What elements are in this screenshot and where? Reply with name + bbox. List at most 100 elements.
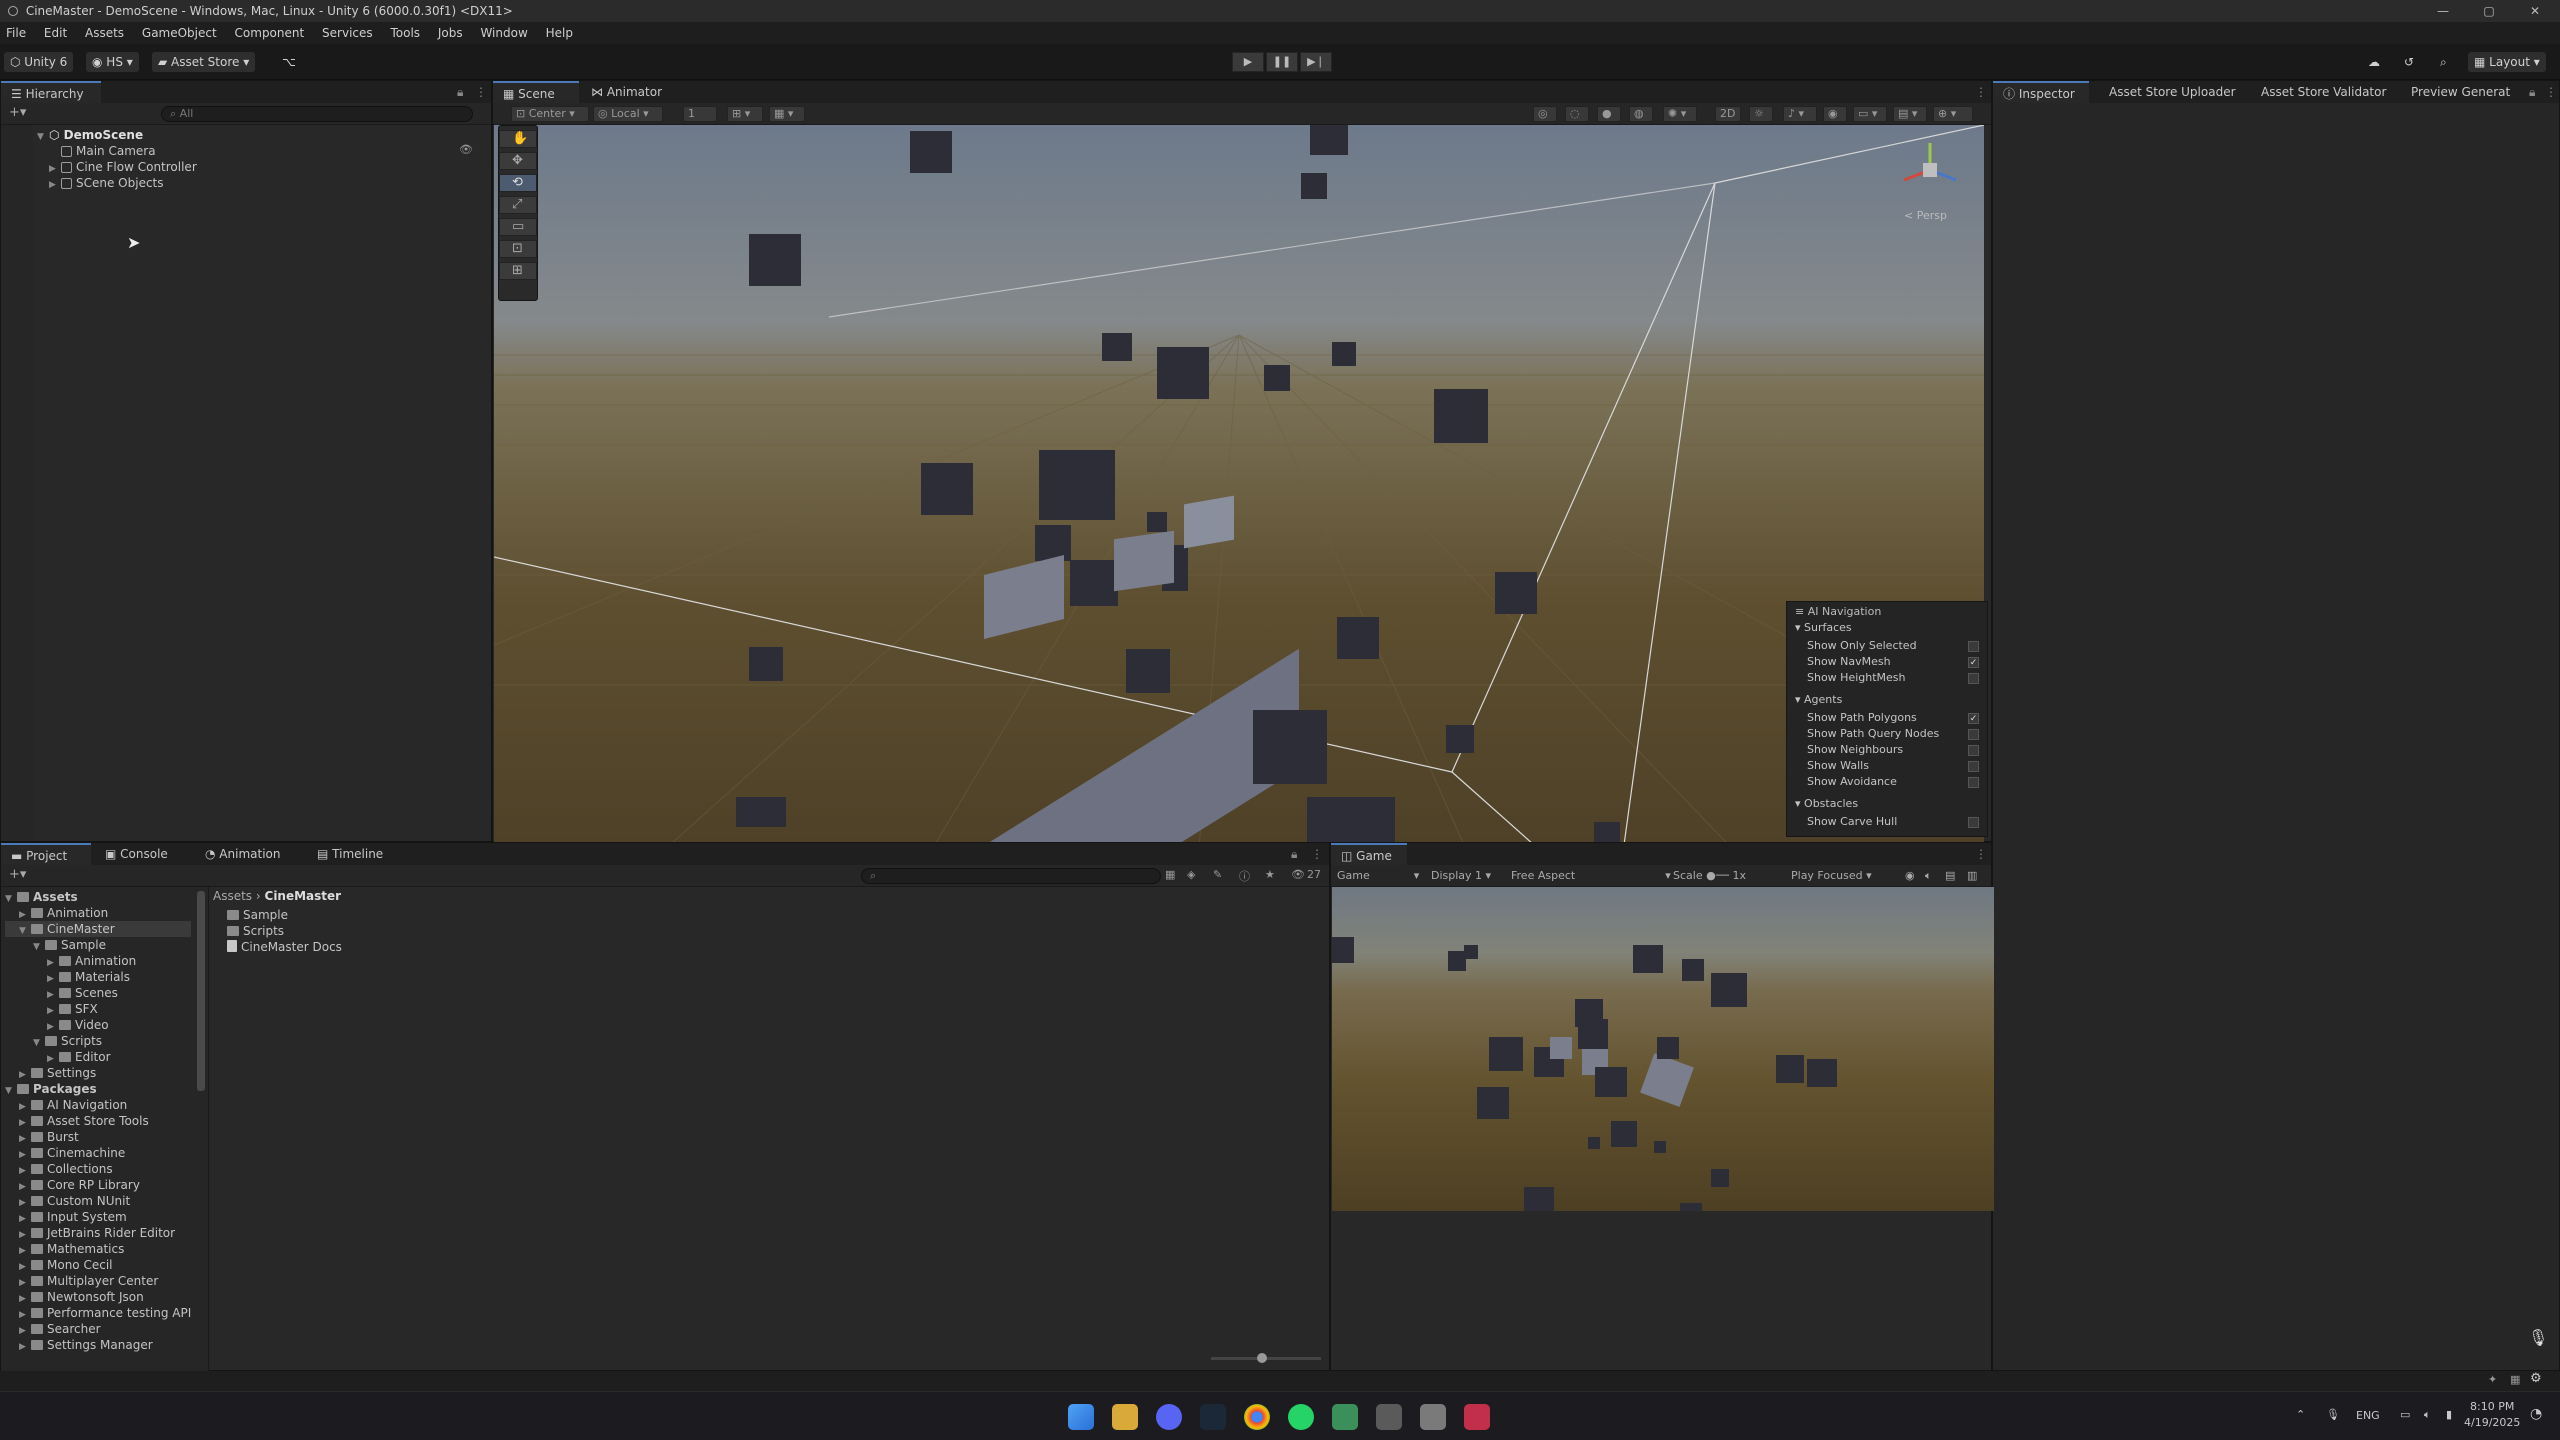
show-path-query-nodes-checkbox[interactable] bbox=[1968, 729, 1979, 740]
tab-inspector[interactable]: ⓘ Inspector bbox=[1993, 81, 2089, 103]
unity-account-button[interactable]: ⬡ Unity 6 bbox=[4, 52, 74, 72]
scene-cube[interactable] bbox=[921, 463, 973, 515]
microphone-icon[interactable]: 🎙︎ bbox=[2528, 1328, 2548, 1347]
menu-component[interactable]: Component bbox=[235, 26, 305, 40]
play-button[interactable]: ▶ bbox=[1232, 52, 1264, 72]
custom-tool-button[interactable]: ⊞ bbox=[499, 262, 537, 280]
chevron-right-icon[interactable]: ▶ bbox=[49, 177, 61, 193]
camera-settings-dropdown[interactable]: ▭ ▾ bbox=[1853, 106, 1887, 122]
project-tree-item[interactable]: ▶ Core RP Library bbox=[5, 1177, 191, 1193]
pause-button[interactable]: ❚❚ bbox=[1266, 52, 1298, 72]
clock-date[interactable]: 4/19/2025 bbox=[2464, 1416, 2520, 1429]
tab-scene[interactable]: ▦ Scene bbox=[493, 81, 579, 103]
history-button[interactable]: ↺ bbox=[2398, 52, 2420, 72]
menu-window[interactable]: Window bbox=[480, 26, 527, 40]
scene-cube[interactable] bbox=[736, 797, 786, 827]
grid-snap-dropdown[interactable]: ⊞ ▾ bbox=[727, 106, 763, 122]
hierarchy-item-scene-objects[interactable]: ▶ SCene Objects bbox=[37, 175, 487, 191]
play-mode-dropdown[interactable]: Play Focused ▾ bbox=[1791, 865, 1872, 887]
audio-dropdown[interactable]: ♪ ▾ bbox=[1783, 106, 1817, 122]
game-viewport[interactable] bbox=[1332, 887, 1994, 1211]
scene-cube[interactable] bbox=[1035, 525, 1071, 561]
show-only-selected-checkbox[interactable] bbox=[1968, 641, 1979, 652]
lighting-button[interactable]: ☼ bbox=[1749, 106, 1773, 122]
show-navmesh-checkbox[interactable]: ✓ bbox=[1968, 657, 1979, 668]
scene-cube[interactable] bbox=[1114, 530, 1174, 592]
minimize-button[interactable]: — bbox=[2420, 0, 2466, 22]
chevron-up-icon[interactable]: ⌃ bbox=[2296, 1408, 2305, 1421]
add-icon[interactable]: +▾ bbox=[9, 867, 26, 882]
scene-orientation-gizmo[interactable]: < Persp bbox=[1890, 135, 1970, 235]
display-dropdown[interactable]: Display 1 ▾ bbox=[1431, 865, 1491, 887]
shaded-button[interactable]: ● bbox=[1597, 106, 1621, 122]
tab-hierarchy[interactable]: ☰ Hierarchy bbox=[1, 81, 101, 103]
kebab-menu-icon[interactable]: ⋮ bbox=[1975, 81, 1987, 103]
debug-icon[interactable]: ▦ bbox=[2510, 1373, 2520, 1386]
network-icon[interactable]: ▭ bbox=[2400, 1408, 2410, 1421]
grid-snap-input[interactable]: 1 bbox=[683, 106, 717, 122]
tab-preview-generator[interactable]: Preview Generat bbox=[2401, 81, 2527, 103]
agents-foldout[interactable]: ▾ Agents bbox=[1787, 692, 1987, 708]
project-tree-item[interactable]: ▶ Animation bbox=[5, 953, 191, 969]
gizmos-dropdown[interactable]: ▤ ▾ bbox=[1893, 106, 1927, 122]
project-tree-item[interactable]: ▼ Assets bbox=[5, 889, 191, 905]
lock-icon[interactable]: 🔒︎ bbox=[457, 81, 463, 103]
project-tree-item[interactable]: ▶ Animation bbox=[5, 905, 191, 921]
scene-cube[interactable] bbox=[1434, 389, 1488, 443]
project-tree-item[interactable]: ▶ Materials bbox=[5, 969, 191, 985]
show-only-selected-row[interactable]: Show Only Selected bbox=[1787, 638, 1987, 654]
ai-navigation-header[interactable]: ≡ AI Navigation bbox=[1787, 604, 1987, 620]
project-tree-item[interactable]: ▶ Settings bbox=[5, 1065, 191, 1081]
project-tree-item[interactable]: ▶ Cinemachine bbox=[5, 1145, 191, 1161]
scene-viewport[interactable]: ✋ ✥ ⟲ ⤢ ▭ ⊡ ⊞ < Persp ✥ ☰ ▦ ⟲ ✎ ⌕ bbox=[494, 125, 1984, 913]
aspect-dropdown[interactable]: Free Aspect ▾ bbox=[1511, 865, 1671, 887]
add-icon[interactable]: +▾ bbox=[9, 105, 26, 120]
show-heightmesh-checkbox[interactable] bbox=[1968, 673, 1979, 684]
menu-assets[interactable]: Assets bbox=[85, 26, 124, 40]
volume-icon[interactable]: 🔈︎ bbox=[2424, 1408, 2431, 1422]
version-control-button[interactable]: ⌥ bbox=[276, 52, 302, 72]
project-tree-item[interactable]: ▶ Scenes bbox=[5, 985, 191, 1001]
show-avoidance-checkbox[interactable] bbox=[1968, 777, 1979, 788]
project-tree-item[interactable]: ▼ CineMaster bbox=[5, 921, 192, 937]
step-button[interactable]: ▶❘ bbox=[1300, 52, 1332, 72]
show-navmesh-row[interactable]: Show NavMesh ✓ bbox=[1787, 654, 1987, 670]
project-tree-item[interactable]: ▶ Performance testing API bbox=[5, 1305, 191, 1321]
breadcrumb-cinemaster[interactable]: CineMaster bbox=[265, 889, 342, 903]
project-tree-item[interactable]: ▶ Asset Store Tools bbox=[5, 1113, 191, 1129]
transform-tool-button[interactable]: ⊡ bbox=[499, 240, 537, 258]
show-heightmesh-row[interactable]: Show HeightMesh bbox=[1787, 670, 1987, 686]
cloud-button[interactable]: ☁ bbox=[2362, 52, 2386, 72]
scene-cube[interactable] bbox=[749, 234, 801, 286]
menu-gameobject[interactable]: GameObject bbox=[142, 26, 217, 40]
menu-help[interactable]: Help bbox=[546, 26, 573, 40]
unity-hub-icon[interactable] bbox=[1376, 1404, 1402, 1430]
tab-project[interactable]: ▬ Project bbox=[1, 843, 91, 865]
project-tree-item[interactable]: ▶ Custom NUnit bbox=[5, 1193, 191, 1209]
asset-store-dropdown[interactable]: ▰ Asset Store ▾ bbox=[152, 52, 256, 72]
toggle-2d-button[interactable]: 2D bbox=[1715, 106, 1741, 122]
hidden-packages-icon[interactable]: 👁︎ bbox=[1291, 868, 1305, 881]
project-search-input[interactable]: ⌕ bbox=[861, 868, 1161, 884]
lock-icon[interactable]: 🔒︎ bbox=[1291, 843, 1297, 865]
kebab-menu-icon[interactable]: ⋮ bbox=[475, 81, 487, 103]
tab-console[interactable]: ▣ Console bbox=[95, 843, 178, 865]
search-by-type-icon[interactable]: ▦ bbox=[1165, 868, 1175, 881]
zoom-slider[interactable] bbox=[1211, 1353, 1321, 1363]
tab-animator[interactable]: ⋈ Animator bbox=[581, 81, 672, 103]
app-icon[interactable] bbox=[1332, 1404, 1358, 1430]
layout-dropdown[interactable]: ▦ Layout ▾ bbox=[2468, 52, 2546, 72]
show-carve-hull-checkbox[interactable] bbox=[1968, 817, 1979, 828]
clock-time[interactable]: 8:10 PM bbox=[2470, 1400, 2514, 1413]
hierarchy-search-input[interactable]: ⌕ All bbox=[161, 106, 473, 122]
menu-edit[interactable]: Edit bbox=[44, 26, 67, 40]
project-tree-item[interactable]: ▶ Searcher bbox=[5, 1321, 191, 1337]
menu-services[interactable]: Services bbox=[322, 26, 373, 40]
show-neighbours-row[interactable]: Show Neighbours bbox=[1787, 742, 1987, 758]
debug-draw-dropdown[interactable]: ✺ ▾ bbox=[1663, 106, 1697, 122]
show-carve-hull-row[interactable]: Show Carve Hull bbox=[1787, 814, 1987, 830]
obstacles-foldout[interactable]: ▾ Obstacles bbox=[1787, 796, 1987, 812]
chevron-right-icon[interactable]: ▶ bbox=[19, 1339, 31, 1355]
tag-icon[interactable]: ✎ bbox=[1213, 868, 1222, 881]
tab-animation[interactable]: ◔ Animation bbox=[195, 843, 290, 865]
